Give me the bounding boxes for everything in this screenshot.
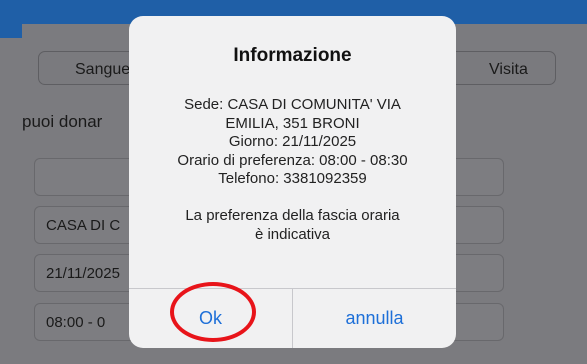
cancel-button[interactable]: annulla: [293, 288, 456, 348]
date-field-value: 21/11/2025: [46, 265, 120, 282]
message-line: è indicativa: [254, 225, 331, 243]
ok-button[interactable]: Ok: [129, 288, 292, 348]
message-line: La preferenza della fascia oraria: [185, 207, 400, 224]
message-line: Giorno: 21/11/2025: [228, 133, 357, 150]
time-field-value: 08:00 - 0: [46, 314, 106, 331]
segment-visita-label: Visita: [489, 61, 528, 78]
message-line: Telefono: 3381092359: [218, 170, 367, 187]
message-line: Sede: CASA DI COMUNITA' VIA: [184, 96, 401, 113]
place-field-value: CASA DI C: [46, 217, 121, 234]
dialog-title: Informazione: [233, 45, 352, 66]
top-bar-accent: [0, 24, 22, 38]
donation-info-text: puoi donar: [22, 112, 103, 131]
info-alert-dialog: Informazione Sede: CASA DI COMUNITA' VIA…: [129, 16, 456, 348]
message-line: EMILIA, 351 BRONI: [225, 114, 360, 132]
message-line: Orario di preferenza: 08:00 - 08:30: [177, 151, 408, 169]
dialog-message: Sede: CASA DI COMUNITA' VIA EMILIA, 351 …: [129, 96, 456, 244]
segment-sangue-label: Sangue: [75, 61, 131, 78]
